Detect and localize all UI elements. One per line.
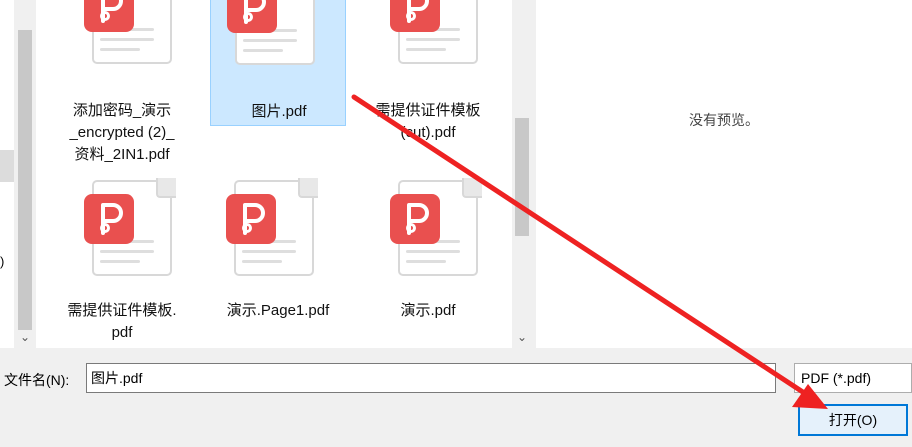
file-name: 添加密码_演示 _encrypted (2)_ 资料_2IN1.pdf: [69, 102, 175, 163]
pdf-file-icon: [84, 0, 174, 70]
filename-field[interactable]: 图片.pdf: [86, 363, 776, 393]
no-preview-message: 没有预览。: [689, 112, 759, 128]
file-list-pane: 添加密码_演示 _encrypted (2)_ 资料_2IN1.pdf 图片.p…: [40, 0, 512, 348]
pdf-file-icon: [84, 178, 176, 282]
pdf-file-icon: [227, 0, 317, 71]
file-item[interactable]: 添加密码_演示 _encrypted (2)_ 资料_2IN1.pdf: [54, 0, 190, 168]
nav-text-fragment: ): [0, 254, 5, 269]
chevron-down-icon[interactable]: ⌄: [14, 330, 36, 344]
file-type-select[interactable]: PDF (*.pdf): [794, 363, 912, 393]
file-item[interactable]: 图片.pdf: [210, 0, 346, 126]
file-list-scroll-thumb[interactable]: [515, 118, 529, 236]
navigation-scrollbar[interactable]: ⌄: [14, 0, 36, 348]
nav-selected-item[interactable]: [0, 150, 14, 182]
file-name: 需提供证件模板. pdf: [67, 302, 177, 341]
file-list-scrollbar[interactable]: ⌄: [512, 0, 532, 348]
file-item[interactable]: 需提供证件模板. pdf: [54, 178, 190, 348]
chevron-down-icon[interactable]: ⌄: [512, 330, 532, 344]
pdf-file-icon: [390, 0, 480, 70]
filename-label: 文件名(N):: [4, 372, 70, 388]
file-item[interactable]: 演示.pdf: [360, 178, 496, 348]
file-name: 需提供证件模板 (cut).pdf: [375, 102, 481, 141]
preview-pane: 没有预览。: [536, 0, 912, 348]
pdf-file-icon: [226, 178, 318, 282]
pdf-file-icon: [390, 178, 482, 282]
navigation-scroll-thumb[interactable]: [18, 30, 32, 330]
file-name: 演示.Page1.pdf: [226, 302, 330, 319]
file-item[interactable]: 演示.Page1.pdf: [210, 178, 346, 348]
file-item[interactable]: 需提供证件模板 (cut).pdf: [360, 0, 496, 148]
file-name: 演示.pdf: [400, 302, 456, 319]
file-name: 图片.pdf: [251, 103, 307, 120]
open-button[interactable]: 打开(O): [798, 404, 908, 436]
